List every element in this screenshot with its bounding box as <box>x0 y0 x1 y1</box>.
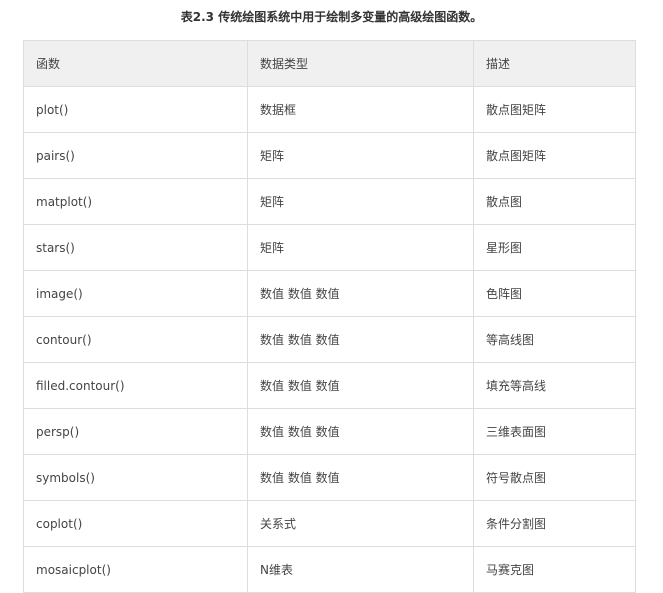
cell-description: 符号散点图 <box>473 454 636 501</box>
cell-data-type: 数值 数值 数值 <box>247 316 474 363</box>
table-row: image() 数值 数值 数值 色阵图 <box>23 270 636 317</box>
cell-data-type: 数值 数值 数值 <box>247 362 474 409</box>
cell-description: 填充等高线 <box>473 362 636 409</box>
cell-data-type: 数据框 <box>247 86 474 133</box>
table-caption: 表2.3 传统绘图系统中用于绘制多变量的高级绘图函数。 <box>180 10 483 24</box>
cell-function: contour() <box>23 316 248 363</box>
cell-function: matplot() <box>23 178 248 225</box>
table-row: contour() 数值 数值 数值 等高线图 <box>23 316 636 363</box>
table-row: coplot() 关系式 条件分割图 <box>23 500 636 547</box>
cell-data-type: 矩阵 <box>247 224 474 271</box>
cell-data-type: 数值 数值 数值 <box>247 454 474 501</box>
cell-description: 星形图 <box>473 224 636 271</box>
cell-data-type: N维表 <box>247 546 474 593</box>
cell-function: image() <box>23 270 248 317</box>
table-row: symbols() 数值 数值 数值 符号散点图 <box>23 454 636 501</box>
functions-table: 函数 数据类型 描述 plot() 数据框 散点图矩阵 pairs() 矩阵 散… <box>23 40 636 593</box>
cell-description: 三维表面图 <box>473 408 636 455</box>
table-row: filled.contour() 数值 数值 数值 填充等高线 <box>23 362 636 409</box>
table-row: persp() 数值 数值 数值 三维表面图 <box>23 408 636 455</box>
cell-data-type: 矩阵 <box>247 132 474 179</box>
cell-description: 散点图矩阵 <box>473 86 636 133</box>
cell-function: filled.contour() <box>23 362 248 409</box>
cell-description: 等高线图 <box>473 316 636 363</box>
cell-data-type: 矩阵 <box>247 178 474 225</box>
cell-description: 散点图矩阵 <box>473 132 636 179</box>
cell-function: plot() <box>23 86 248 133</box>
header-data-type: 数据类型 <box>247 40 474 87</box>
cell-description: 散点图 <box>473 178 636 225</box>
cell-data-type: 数值 数值 数值 <box>247 270 474 317</box>
table-header-row: 函数 数据类型 描述 <box>23 40 636 87</box>
table-row: mosaicplot() N维表 马赛克图 <box>23 546 636 593</box>
cell-function: symbols() <box>23 454 248 501</box>
table-row: stars() 矩阵 星形图 <box>23 224 636 271</box>
cell-function: stars() <box>23 224 248 271</box>
table-row: matplot() 矩阵 散点图 <box>23 178 636 225</box>
cell-description: 色阵图 <box>473 270 636 317</box>
table-row: plot() 数据框 散点图矩阵 <box>23 86 636 133</box>
cell-function: coplot() <box>23 500 248 547</box>
cell-description: 马赛克图 <box>473 546 636 593</box>
cell-function: persp() <box>23 408 248 455</box>
header-function: 函数 <box>23 40 248 87</box>
header-description: 描述 <box>473 40 636 87</box>
cell-data-type: 关系式 <box>247 500 474 547</box>
table-row: pairs() 矩阵 散点图矩阵 <box>23 132 636 179</box>
cell-function: mosaicplot() <box>23 546 248 593</box>
cell-data-type: 数值 数值 数值 <box>247 408 474 455</box>
cell-description: 条件分割图 <box>473 500 636 547</box>
cell-function: pairs() <box>23 132 248 179</box>
